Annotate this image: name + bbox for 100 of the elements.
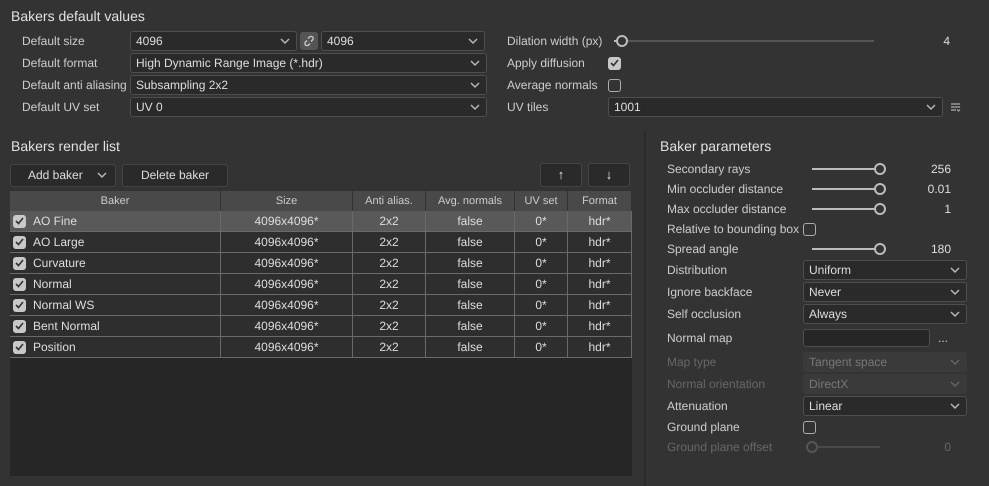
slider-value: 0.01 [926,181,951,198]
table-cell-text: AO Fine [33,213,78,230]
chevron-down-icon [470,60,480,66]
field-label: Apply diffusion [507,55,586,72]
table-cell: 2x2 [353,232,426,252]
table-cell: false [426,211,515,231]
table-cell-text: Bent Normal [33,318,100,335]
dropdown[interactable]: 1001 [608,97,943,117]
field-label: Max occluder distance [667,201,788,218]
table-cell: 4096x4096* [221,295,353,315]
dropdown[interactable]: 4096 [321,31,485,51]
section-title: Bakers default values [10,7,146,26]
link-toggle[interactable] [300,32,318,50]
move-down-button[interactable]: ↓ [588,163,630,187]
browse-button[interactable]: ... [938,332,948,344]
table-cell: 2x2 [353,295,426,315]
table-cell: false [426,337,515,357]
checkbox[interactable] [13,278,26,290]
table-cell: 0* [515,232,568,252]
table-row[interactable]: Normal WS 4096x4096* 2x2 false 0* hdr* [10,295,632,316]
dropdown[interactable]: Linear [803,396,967,416]
table-row[interactable]: AO Large 4096x4096* 2x2 false 0* hdr* [10,232,632,253]
add-baker-button[interactable]: Add baker [10,164,116,186]
table-cell: 4096x4096* [221,253,353,273]
table-cell: 4096x4096* [221,337,353,357]
checkbox[interactable] [13,236,26,248]
field-label: Attenuation [667,398,729,415]
table-cell: 2x2 [353,211,426,231]
chevron-down-icon [950,359,960,365]
table-cell-text: Normal [33,276,72,293]
dropdown[interactable]: Uniform [803,260,967,280]
field-label: UV tiles [507,99,550,116]
table-row[interactable]: Curvature 4096x4096* 2x2 false 0* hdr* [10,253,632,274]
table-cell: hdr* [568,211,632,231]
checkbox[interactable] [803,222,816,236]
checkbox[interactable] [13,320,26,332]
checkbox[interactable] [13,340,26,354]
dropdown[interactable]: Never [803,282,967,302]
table-cell: false [426,232,515,252]
table-cell: 0* [515,295,568,315]
dropdown[interactable]: Always [803,304,967,324]
slider-value: 1 [943,201,951,218]
move-up-button[interactable]: ↑ [540,163,582,187]
field-label: Normal map [667,330,734,347]
field-label: Distribution [667,262,728,279]
table-cell: hdr* [568,295,632,315]
chevron-down-icon [97,172,107,178]
table-cell: hdr* [568,274,632,294]
table-cell: 2x2 [353,253,426,273]
table-row[interactable]: Normal 4096x4096* 2x2 false 0* hdr* [10,274,632,295]
checkbox[interactable] [13,214,26,228]
field-label: Dilation width (px) [507,33,604,50]
chevron-down-icon [950,403,960,409]
table-cell: hdr* [568,253,632,273]
field-label: Min occluder distance [667,181,784,198]
table-cell: 0* [515,316,568,336]
table-cell: hdr* [568,232,632,252]
link-icon [303,35,315,47]
section-title: Bakers render list [10,137,121,156]
table-cell: 4096x4096* [221,316,353,336]
chevron-down-icon [950,311,960,317]
field-label: Ground plane [667,419,741,436]
table-row[interactable]: AO Fine 4096x4096* 2x2 false 0* hdr* [10,211,632,232]
dropdown[interactable]: UV 0 [130,97,487,117]
delete-baker-button[interactable]: Delete baker [122,164,228,186]
slider-value: 180 [930,241,951,258]
table-cell: false [426,316,515,336]
chevron-down-icon [280,38,290,44]
table-cell: 2x2 [353,274,426,294]
chevron-down-icon [950,381,960,387]
chevron-down-icon [470,104,480,110]
checkbox[interactable] [608,78,621,92]
table-cell: false [426,295,515,315]
field-label: Default UV set [22,99,100,116]
table-cell-text: AO Large [33,234,84,251]
field-label: Ignore backface [667,284,754,301]
field-label: Average normals [507,77,598,94]
checkbox[interactable] [13,256,26,270]
section-title: Baker parameters [660,137,772,156]
field-label: Default format [22,55,98,72]
table-cell: 0* [515,337,568,357]
checkbox[interactable] [13,298,26,312]
checkbox[interactable] [608,56,621,70]
list-icon[interactable] [951,102,961,112]
path-field[interactable] [803,329,930,347]
dropdown[interactable]: High Dynamic Range Image (*.hdr) [130,53,487,73]
table-cell: 0* [515,211,568,231]
table-cell: false [426,253,515,273]
table-cell: 4096x4096* [221,274,353,294]
checkbox[interactable] [803,420,816,434]
dropdown[interactable]: Subsampling 2x2 [130,75,487,95]
table-cell: 2x2 [353,316,426,336]
table-cell: 4096x4096* [221,232,353,252]
dropdown[interactable]: 4096 [130,31,297,51]
chevron-down-icon [468,38,478,44]
field-label: Spread angle [667,241,740,258]
table-row[interactable]: Bent Normal 4096x4096* 2x2 false 0* hdr* [10,316,632,337]
table-cell: hdr* [568,337,632,357]
field-label: Relative to bounding box [667,221,800,238]
table-row[interactable]: Position 4096x4096* 2x2 false 0* hdr* [10,337,632,358]
